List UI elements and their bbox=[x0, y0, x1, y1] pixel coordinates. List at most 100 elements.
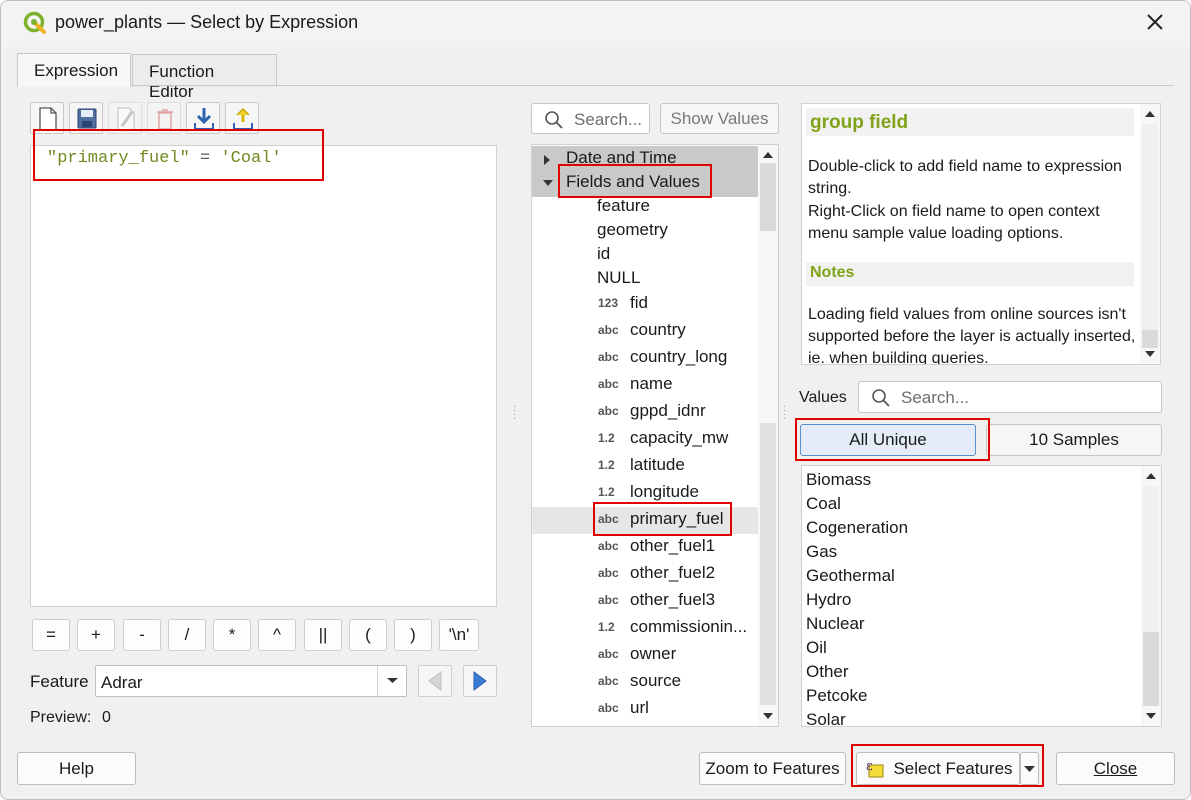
value-item[interactable]: Petcoke bbox=[806, 686, 867, 706]
scroll-up-icon[interactable] bbox=[1141, 468, 1161, 484]
op-divide-button[interactable]: / bbox=[168, 619, 206, 651]
help-scrollbar[interactable] bbox=[1140, 104, 1160, 364]
op-newline-button[interactable]: '\n' bbox=[439, 619, 479, 651]
op-power-button[interactable]: ^ bbox=[258, 619, 296, 651]
tree-item-primary-fuel[interactable]: abc primary_fuel bbox=[532, 507, 758, 534]
value-item[interactable]: Biomass bbox=[806, 470, 871, 490]
value-item[interactable]: Gas bbox=[806, 542, 837, 562]
tree-item-label: url bbox=[630, 698, 649, 717]
help-button[interactable]: Help bbox=[17, 752, 136, 785]
string-type-icon: abc bbox=[598, 377, 619, 391]
tree-item-other-fuel1[interactable]: abc other_fuel1 bbox=[532, 534, 758, 561]
op-minus-button[interactable]: - bbox=[123, 619, 161, 651]
close-icon[interactable] bbox=[1142, 9, 1168, 35]
select-features-button[interactable]: ε Select Features bbox=[856, 752, 1020, 785]
function-search-placeholder: Search... bbox=[574, 110, 643, 129]
tree-item-null[interactable]: NULL bbox=[532, 266, 758, 293]
op-equals-button[interactable]: = bbox=[32, 619, 70, 651]
expression-editor[interactable]: "primary_fuel" = 'Coal' bbox=[30, 145, 497, 607]
scroll-down-icon[interactable] bbox=[1140, 346, 1160, 362]
value-item[interactable]: Other bbox=[806, 662, 849, 682]
tree-scroll-thumb[interactable] bbox=[760, 163, 776, 231]
tree-item-id[interactable]: id bbox=[532, 242, 758, 269]
chevron-down-icon bbox=[1024, 766, 1035, 772]
export-button[interactable] bbox=[225, 102, 259, 134]
delete-icon bbox=[157, 109, 173, 130]
tree-item-label: other_fuel1 bbox=[630, 536, 716, 555]
tab-function-editor[interactable]: Function Editor bbox=[132, 54, 277, 101]
tree-item-longitude[interactable]: 1.2 longitude bbox=[532, 480, 758, 507]
previous-feature-button[interactable] bbox=[418, 665, 452, 697]
scroll-up-icon[interactable] bbox=[1140, 106, 1160, 122]
tree-item-other-fuel3[interactable]: abc other_fuel3 bbox=[532, 588, 758, 615]
values-scrollbar[interactable] bbox=[1141, 466, 1161, 726]
tree-group-date-time[interactable]: Date and Time bbox=[532, 146, 758, 173]
op-open-paren-button[interactable]: ( bbox=[349, 619, 387, 651]
values-scroll-thumb[interactable] bbox=[1143, 632, 1159, 706]
tree-item-country-long[interactable]: abc country_long bbox=[532, 345, 758, 372]
op-close-paren-button[interactable]: ) bbox=[394, 619, 432, 651]
help-scroll-track bbox=[1142, 124, 1158, 330]
values-search-input[interactable]: Search... bbox=[858, 381, 1162, 413]
tab-expression[interactable]: Expression bbox=[17, 53, 131, 87]
string-type-icon: abc bbox=[598, 566, 619, 580]
import-button[interactable] bbox=[186, 102, 220, 134]
tree-item-feature[interactable]: feature bbox=[532, 194, 758, 221]
decimal-type-icon: 1.2 bbox=[598, 458, 615, 472]
tree-item-fid[interactable]: 123 fid bbox=[532, 291, 758, 318]
tree-group-fields-values[interactable]: Fields and Values bbox=[532, 170, 758, 197]
tree-item-url[interactable]: abc url bbox=[532, 696, 758, 723]
all-unique-button[interactable]: All Unique bbox=[800, 424, 976, 456]
zoom-to-features-button[interactable]: Zoom to Features bbox=[699, 752, 846, 785]
tree-item-geometry[interactable]: geometry bbox=[532, 218, 758, 245]
tree-item-label: id bbox=[597, 244, 611, 263]
expression-text[interactable]: "primary_fuel" = 'Coal' bbox=[47, 149, 282, 168]
show-values-button[interactable]: Show Values bbox=[660, 103, 779, 134]
scroll-up-icon[interactable] bbox=[758, 147, 778, 163]
tree-scrollbar[interactable] bbox=[758, 145, 778, 726]
function-search-input[interactable]: Search... bbox=[531, 103, 650, 134]
tree-item-label: longitude bbox=[630, 482, 700, 501]
help-notes-text: Loading field values from online sources… bbox=[808, 306, 1136, 365]
expression-literal-token: 'Coal' bbox=[220, 149, 282, 168]
op-concat-button[interactable]: || bbox=[304, 619, 342, 651]
tree-item-capacity-mw[interactable]: 1.2 capacity_mw bbox=[532, 426, 758, 453]
save-icon bbox=[77, 108, 97, 129]
string-type-icon: abc bbox=[598, 512, 619, 526]
delete-button[interactable] bbox=[147, 102, 181, 134]
decimal-type-icon: 1.2 bbox=[598, 485, 615, 499]
feature-combobox[interactable]: Adrar bbox=[95, 665, 407, 697]
op-plus-button[interactable]: + bbox=[77, 619, 115, 651]
next-feature-button[interactable] bbox=[463, 665, 497, 697]
new-file-button[interactable] bbox=[30, 102, 64, 134]
close-button[interactable]: Close bbox=[1056, 752, 1175, 785]
select-features-dropdown[interactable] bbox=[1020, 752, 1039, 785]
value-item[interactable]: Solar bbox=[806, 710, 846, 726]
right-splitter-handle[interactable]: · · · · bbox=[783, 402, 787, 424]
scroll-down-icon[interactable] bbox=[758, 708, 778, 724]
edit-icon bbox=[117, 107, 135, 131]
save-button[interactable] bbox=[69, 102, 103, 134]
tree-item-other-fuel2[interactable]: abc other_fuel2 bbox=[532, 561, 758, 588]
tree-item-name[interactable]: abc name bbox=[532, 372, 758, 399]
tree-item-source[interactable]: abc source bbox=[532, 669, 758, 696]
tree-item-latitude[interactable]: 1.2 latitude bbox=[532, 453, 758, 480]
value-item[interactable]: Cogeneration bbox=[806, 518, 908, 538]
value-item[interactable]: Geothermal bbox=[806, 566, 895, 586]
edit-button[interactable] bbox=[108, 102, 142, 134]
tree-item-owner[interactable]: abc owner bbox=[532, 642, 758, 669]
value-item[interactable]: Hydro bbox=[806, 590, 851, 610]
op-multiply-button[interactable]: * bbox=[213, 619, 251, 651]
tree-item-gppd-idnr[interactable]: abc gppd_idnr bbox=[532, 399, 758, 426]
ten-samples-button[interactable]: 10 Samples bbox=[986, 424, 1162, 456]
chevron-down-icon[interactable] bbox=[377, 666, 406, 696]
left-splitter-handle[interactable]: · · · · bbox=[513, 402, 517, 424]
preview-value: 0 bbox=[102, 709, 111, 726]
tree-item-country[interactable]: abc country bbox=[532, 318, 758, 345]
select-by-expression-dialog: power_plants — Select by Expression Expr… bbox=[0, 0, 1191, 800]
tree-item-commissioning[interactable]: 1.2 commissionin... bbox=[532, 615, 758, 642]
value-item[interactable]: Coal bbox=[806, 494, 841, 514]
value-item[interactable]: Oil bbox=[806, 638, 827, 658]
scroll-down-icon[interactable] bbox=[1141, 708, 1161, 724]
value-item[interactable]: Nuclear bbox=[806, 614, 865, 634]
